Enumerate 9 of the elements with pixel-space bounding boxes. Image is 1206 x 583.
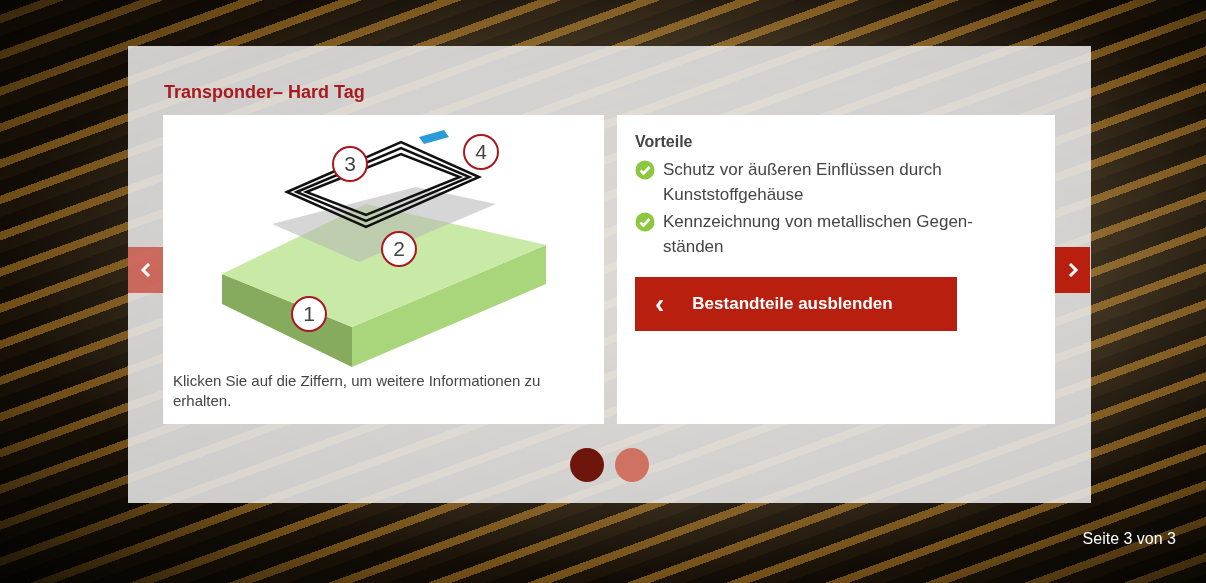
slide-title: Transponder– Hard Tag (164, 82, 365, 103)
diagram-caption: Klicken Sie auf die Ziffern, um weitere Informationen zu erhalten. (173, 371, 542, 411)
hide-components-button[interactable]: ‹ Bestandteile ausblenden (635, 277, 957, 331)
number-hotspot[interactable]: 3 (332, 146, 368, 182)
number-hotspot[interactable]: 4 (463, 134, 499, 170)
advantage-text: Schutz vor äußeren Einflüssen durch Kunststoffgehäuse (663, 159, 943, 206)
advantages-heading: Vorteile (635, 133, 694, 151)
page-indicator: Seite 3 von 3 (1082, 530, 1176, 548)
advantage-text: Kennzeichnung von metallischen Gegen-ständen (663, 211, 974, 258)
